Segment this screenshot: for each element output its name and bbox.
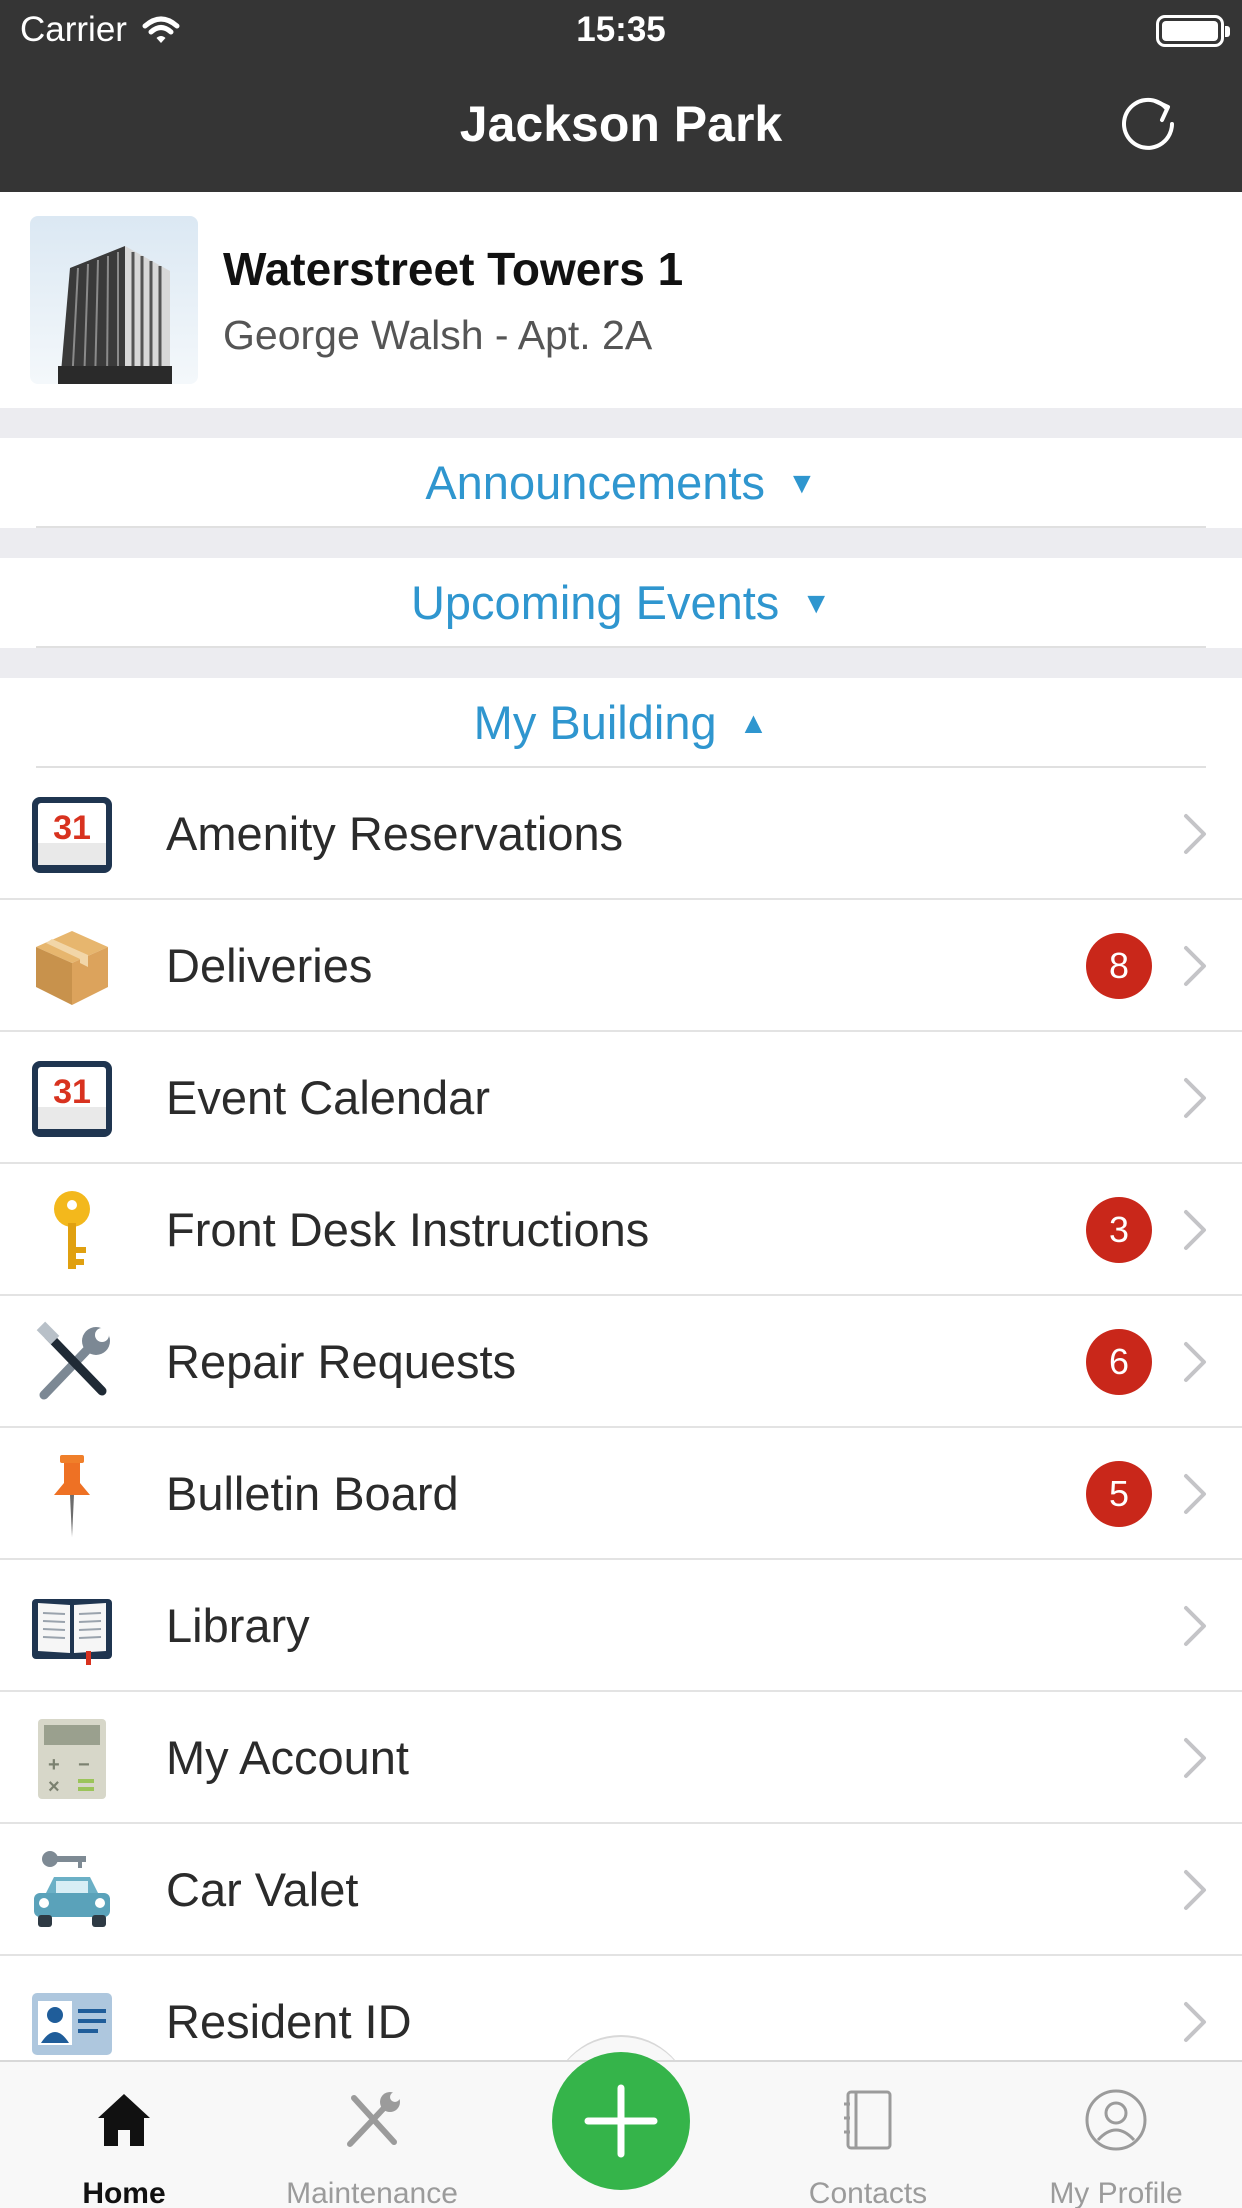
battery-icon	[1156, 15, 1230, 47]
tab-my-profile[interactable]: My Profile	[992, 2062, 1240, 2208]
collapse-triangle-icon: ▼	[801, 587, 832, 620]
item-label: My Account	[166, 1731, 409, 1784]
calendar-day-number: 31	[53, 809, 91, 847]
chevron-right-icon	[1184, 1870, 1206, 1910]
tab-home[interactable]: Home	[0, 2062, 248, 2208]
book-icon	[32, 1599, 112, 1665]
count-badge: 5	[1086, 1461, 1152, 1527]
count-badge: 3	[1086, 1197, 1152, 1263]
chevron-right-icon	[1184, 1078, 1206, 1118]
id-card-icon	[32, 1993, 112, 2055]
my-building-section-header[interactable]: My Building ▲	[0, 678, 1242, 768]
refresh-icon[interactable]	[1114, 88, 1182, 156]
list-item-my-account[interactable]: + − × My Account	[0, 1692, 1242, 1824]
count-badge: 8	[1086, 933, 1152, 999]
list-item-amenity-reservations[interactable]: 31 Amenity Reservations	[0, 768, 1242, 900]
building-header[interactable]: Waterstreet Towers 1 George Walsh - Apt.…	[0, 192, 1242, 408]
chevron-right-icon	[1184, 1474, 1206, 1514]
plus-icon	[584, 2084, 658, 2158]
chevron-right-icon	[1184, 814, 1206, 854]
package-icon	[36, 931, 108, 1005]
profile-icon	[1085, 2089, 1147, 2151]
tab-maintenance-label: Maintenance	[286, 2177, 458, 2208]
chevron-right-icon	[1184, 2002, 1206, 2042]
list-item-car-valet[interactable]: Car Valet	[0, 1824, 1242, 1956]
section-gap	[0, 408, 1242, 438]
calendar-icon: 31	[32, 797, 112, 873]
car-key-icon	[34, 1851, 110, 1927]
my-building-label: My Building	[473, 696, 717, 749]
list-item-event-calendar[interactable]: 31 Event Calendar	[0, 1032, 1242, 1164]
tab-home-label: Home	[82, 2177, 166, 2208]
building-image	[30, 216, 198, 384]
svg-text:+: +	[48, 1754, 60, 1776]
chevron-right-icon	[1184, 1342, 1206, 1382]
announcements-label: Announcements	[425, 456, 765, 509]
svg-text:×: ×	[48, 1776, 60, 1798]
pushpin-icon	[54, 1455, 90, 1537]
tab-maintenance[interactable]: Maintenance	[248, 2062, 496, 2208]
top-bar: Carrier 15:35 Jackson Park	[0, 0, 1242, 192]
item-label: Deliveries	[166, 939, 373, 992]
collapse-triangle-icon: ▼	[786, 467, 817, 500]
tab-contacts[interactable]: Contacts	[744, 2062, 992, 2208]
svg-text:−: −	[78, 1754, 90, 1776]
section-gap	[0, 648, 1242, 678]
item-label: Car Valet	[166, 1863, 359, 1916]
status-bar: Carrier 15:35	[0, 0, 1242, 62]
upcoming-events-label: Upcoming Events	[410, 576, 780, 629]
tools-icon	[36, 1321, 110, 1400]
list-item-deliveries[interactable]: Deliveries 8	[0, 900, 1242, 1032]
chevron-right-icon	[1184, 946, 1206, 986]
contacts-book-icon	[844, 2090, 892, 2150]
tools-icon	[347, 2092, 400, 2147]
chevron-right-icon	[1184, 1738, 1206, 1778]
page-title: Jackson Park	[459, 96, 783, 152]
list-item-repair-requests[interactable]: Repair Requests 6	[0, 1296, 1242, 1428]
chevron-right-icon	[1184, 1606, 1206, 1646]
section-gap	[0, 528, 1242, 558]
item-label: Amenity Reservations	[166, 807, 624, 860]
announcements-section-header[interactable]: Announcements ▼	[0, 438, 1242, 528]
list-item-library[interactable]: Library	[0, 1560, 1242, 1692]
tab-my-profile-label: My Profile	[1049, 2177, 1183, 2208]
building-name: Waterstreet Towers 1	[223, 243, 684, 295]
expand-triangle-icon: ▲	[738, 707, 769, 740]
calendar-icon: 31	[32, 1061, 112, 1137]
chevron-right-icon	[1184, 1210, 1206, 1250]
tab-contacts-label: Contacts	[808, 2177, 928, 2208]
add-button[interactable]	[552, 2052, 690, 2190]
status-time: 15:35	[576, 10, 666, 49]
count-badge: 6	[1086, 1329, 1152, 1395]
upcoming-events-section-header[interactable]: Upcoming Events ▼	[0, 558, 1242, 648]
home-icon	[98, 2094, 150, 2146]
calendar-day-number: 31	[53, 1073, 91, 1111]
item-label: Event Calendar	[166, 1071, 490, 1124]
list-item-bulletin-board[interactable]: Bulletin Board 5	[0, 1428, 1242, 1560]
item-label: Library	[166, 1599, 310, 1652]
list-item-front-desk-instructions[interactable]: Front Desk Instructions 3	[0, 1164, 1242, 1296]
item-label: Resident ID	[166, 1995, 412, 2048]
resident-unit: George Walsh - Apt. 2A	[223, 312, 653, 358]
key-icon	[54, 1191, 90, 1269]
calculator-icon: + −×	[38, 1719, 106, 1799]
item-label: Front Desk Instructions	[166, 1203, 650, 1256]
item-label: Bulletin Board	[166, 1467, 459, 1520]
item-label: Repair Requests	[166, 1335, 517, 1388]
